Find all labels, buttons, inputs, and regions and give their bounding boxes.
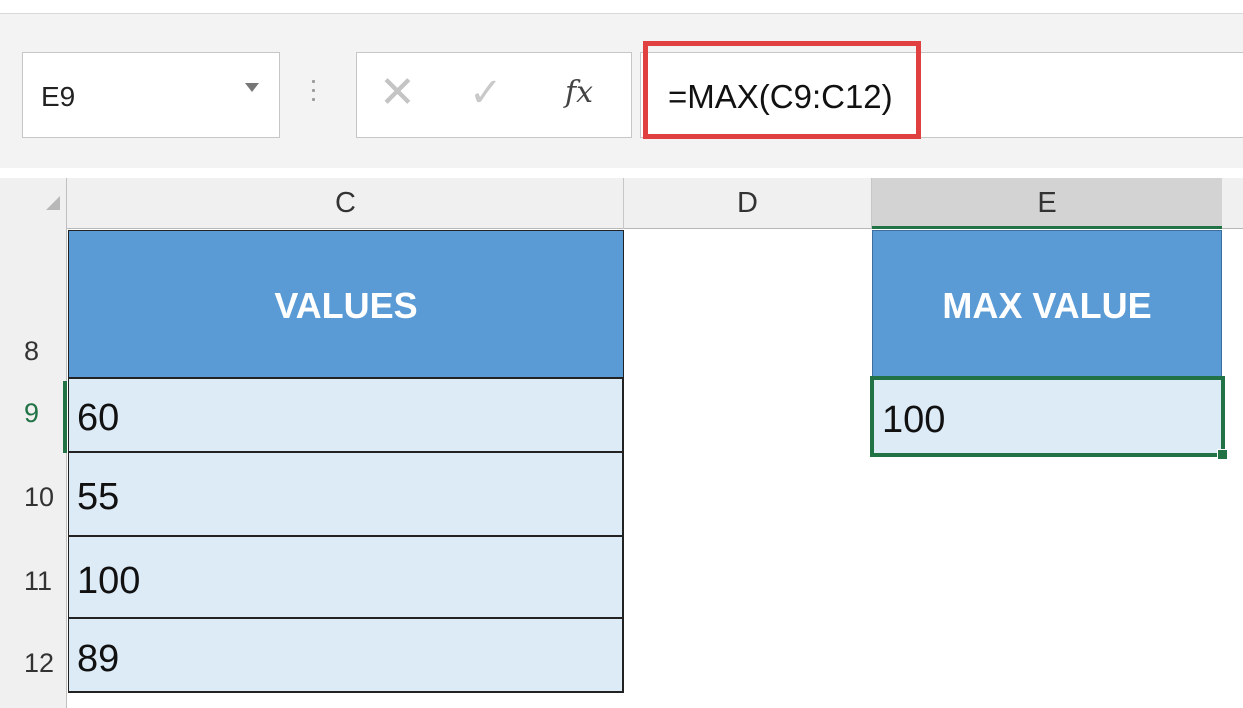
row-header-12[interactable]: 12 — [0, 648, 66, 679]
cell-e9-selected[interactable]: 100 — [870, 376, 1225, 457]
cancel-icon[interactable]: ✕ — [379, 71, 416, 115]
column-header-d[interactable]: D — [624, 178, 872, 229]
name-box[interactable]: E9 — [22, 52, 280, 138]
enter-icon[interactable]: ✓ — [469, 73, 503, 113]
column-header-c[interactable]: C — [68, 178, 624, 229]
formula-buttons: ✕ ✓ fx — [356, 52, 632, 138]
select-all-icon — [46, 196, 60, 210]
name-box-value: E9 — [41, 81, 76, 112]
fill-handle[interactable] — [1217, 449, 1228, 460]
divider — [0, 13, 1243, 14]
row-header-10[interactable]: 10 — [0, 482, 66, 513]
ribbon-edge — [0, 0, 1243, 14]
cell-e8-max-header[interactable]: MAX VALUE — [872, 230, 1222, 379]
column-header-e[interactable]: E — [872, 178, 1222, 229]
cell-c8-values-header[interactable]: VALUES — [68, 230, 624, 379]
chevron-down-icon[interactable] — [245, 83, 259, 92]
formula-text: =MAX(C9:C12) — [668, 78, 893, 115]
row-header-11[interactable]: 11 — [0, 566, 66, 597]
row-header-8[interactable]: 8 — [0, 336, 66, 367]
grip-handle-icon[interactable] — [307, 80, 319, 110]
cell-c10[interactable]: 55 — [68, 453, 624, 537]
cell-c9[interactable]: 60 — [68, 379, 624, 453]
cell-c11[interactable]: 100 — [68, 537, 624, 619]
row-header-9[interactable]: 9 — [0, 398, 66, 429]
row-header-column — [0, 229, 67, 708]
active-row-indicator — [63, 381, 67, 453]
cell-c12[interactable]: 89 — [68, 619, 624, 693]
insert-function-icon[interactable]: fx — [565, 75, 593, 110]
